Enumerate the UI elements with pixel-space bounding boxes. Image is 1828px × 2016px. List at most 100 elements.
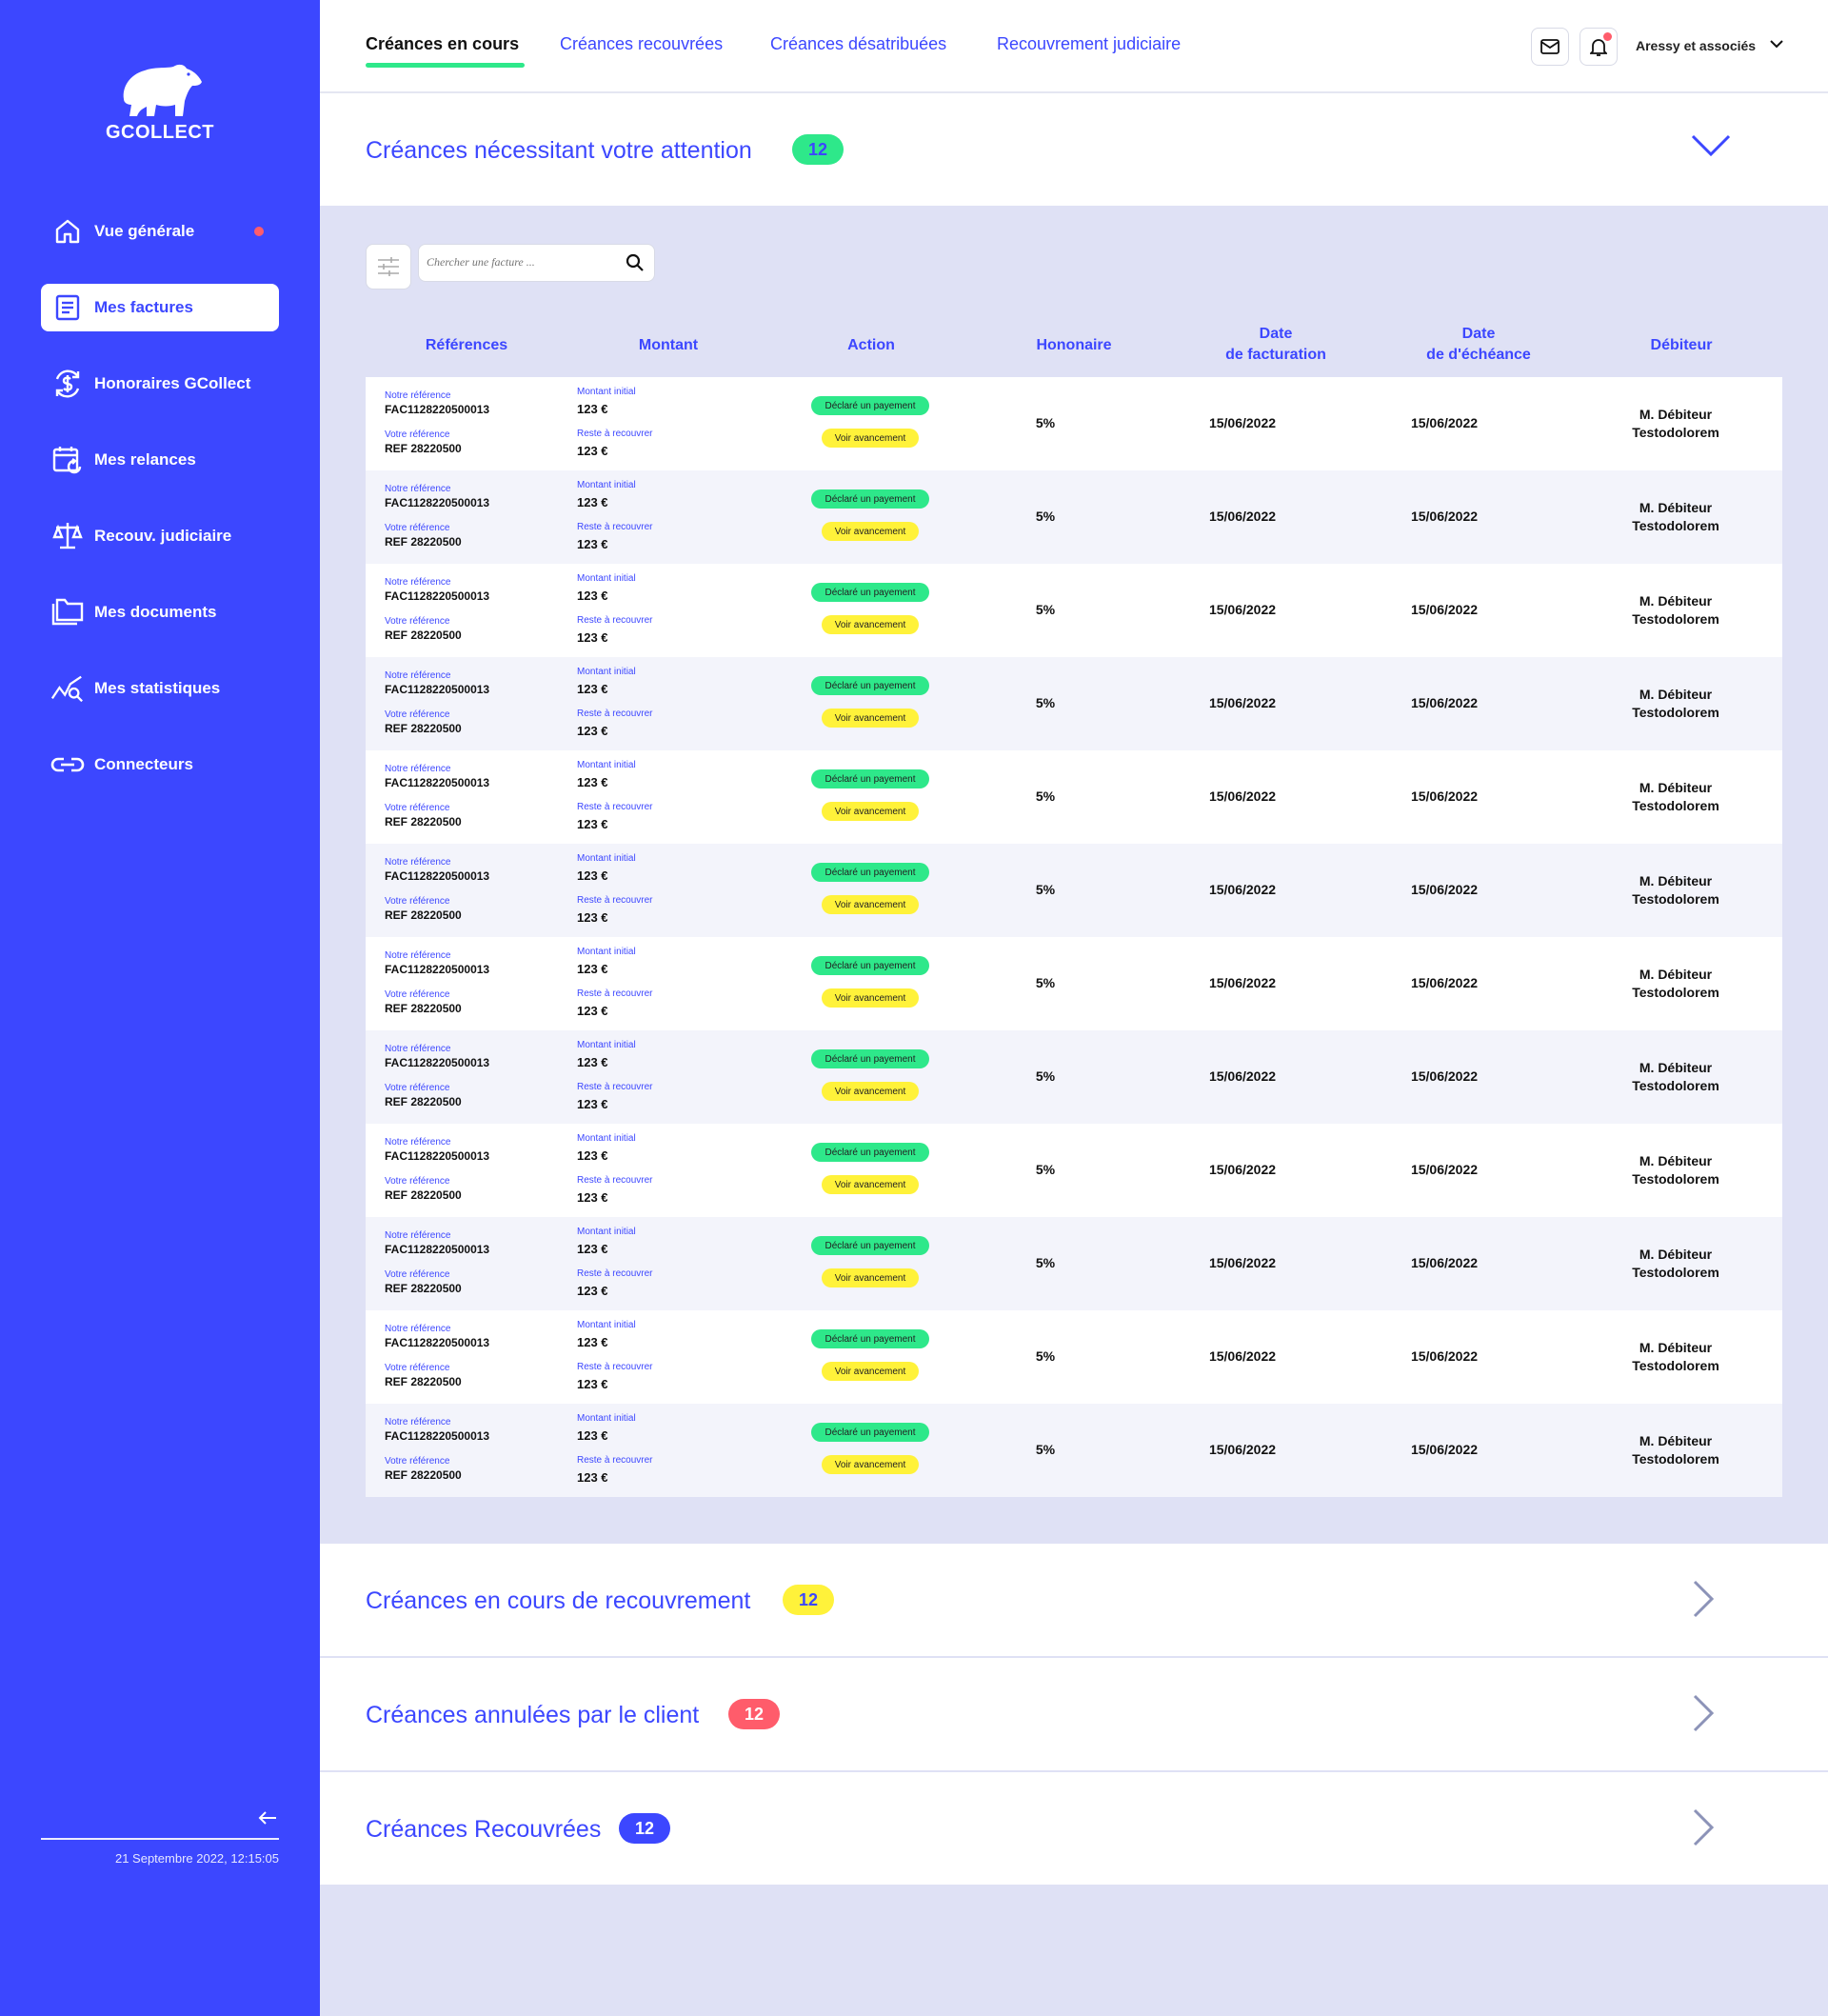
declare-payment-button[interactable]: Déclaré un payement: [811, 1236, 929, 1255]
column-header-date-facturation[interactable]: Date de facturation: [1181, 324, 1371, 366]
sidebar-item-mes-documents[interactable]: Mes documents: [41, 589, 279, 636]
chevron-down-icon[interactable]: [1767, 34, 1786, 58]
view-progress-button[interactable]: Voir avancement: [822, 895, 919, 914]
section-count-badge: 12: [783, 1585, 834, 1615]
tab-creances-en-cours[interactable]: Créances en cours: [366, 34, 519, 54]
table-row[interactable]: Notre référence FAC1128220500013 Votre réf…: [366, 844, 1782, 937]
our-reference-value: FAC1128220500013: [385, 496, 490, 509]
fee-value: 5%: [1035, 1068, 1056, 1084]
sidebar-item-mes-relances[interactable]: Mes relances: [41, 436, 279, 484]
search-icon[interactable]: [626, 253, 645, 277]
declare-payment-button[interactable]: Déclaré un payement: [811, 956, 929, 975]
declare-payment-button[interactable]: Déclaré un payement: [811, 1423, 929, 1442]
initial-amount-label: Montant initial: [577, 1320, 636, 1330]
view-progress-button[interactable]: Voir avancement: [822, 429, 919, 448]
table-row[interactable]: Notre référence FAC1128220500013 Votre réf…: [366, 937, 1782, 1030]
declare-payment-button[interactable]: Déclaré un payement: [811, 1049, 929, 1068]
chevron-down-icon[interactable]: [1691, 133, 1731, 163]
sidebar-item-mes-factures[interactable]: Mes factures: [41, 284, 279, 331]
view-progress-button[interactable]: Voir avancement: [822, 1175, 919, 1194]
account-name[interactable]: Aressy et associés: [1636, 38, 1756, 53]
remaining-amount-label: Reste à recouvrer: [577, 1455, 653, 1466]
initial-amount-label: Montant initial: [577, 573, 636, 584]
attention-count-badge: 12: [792, 134, 844, 165]
view-progress-button[interactable]: Voir avancement: [822, 1455, 919, 1474]
sidebar-item-vue-generale[interactable]: Vue générale: [41, 208, 279, 255]
attention-section-header[interactable]: Créances nécessitant votre attention 12: [320, 93, 1828, 206]
table-row[interactable]: Notre référence FAC1128220500013 Votre réf…: [366, 750, 1782, 844]
table-row[interactable]: Notre référence FAC1128220500013 Votre réf…: [366, 1404, 1782, 1497]
view-progress-button[interactable]: Voir avancement: [822, 1362, 919, 1381]
our-reference-value: FAC1128220500013: [385, 683, 490, 696]
recouvrees-section-header[interactable]: Créances Recouvrées 12: [320, 1772, 1828, 1885]
table-row[interactable]: Notre référence FAC1128220500013 Votre réf…: [366, 1310, 1782, 1404]
declare-payment-button[interactable]: Déclaré un payement: [811, 489, 929, 509]
column-header-references[interactable]: Références: [390, 335, 543, 356]
declare-payment-button[interactable]: Déclaré un payement: [811, 676, 929, 695]
home-icon: [50, 214, 85, 249]
remaining-amount-label: Reste à recouvrer: [577, 802, 653, 812]
notifications-button[interactable]: [1580, 28, 1618, 66]
declare-payment-button[interactable]: Déclaré un payement: [811, 863, 929, 882]
sidebar-item-honoraires[interactable]: Honoraires GCollect: [41, 360, 279, 408]
invoice-date-value: 15/06/2022: [1208, 695, 1277, 710]
annulees-section-header[interactable]: Créances annulées par le client 12: [320, 1658, 1828, 1770]
chevron-right-icon[interactable]: [1691, 1694, 1716, 1737]
declare-payment-button[interactable]: Déclaré un payement: [811, 1329, 929, 1348]
initial-amount-label: Montant initial: [577, 853, 636, 864]
sidebar-item-connecteurs[interactable]: Connecteurs: [41, 741, 279, 788]
our-reference-value: FAC1128220500013: [385, 403, 490, 416]
view-progress-button[interactable]: Voir avancement: [822, 709, 919, 728]
column-header-debiteur[interactable]: Débiteur: [1605, 335, 1758, 356]
declare-payment-button[interactable]: Déclaré un payement: [811, 1143, 929, 1162]
mail-button[interactable]: [1531, 28, 1569, 66]
view-progress-button[interactable]: Voir avancement: [822, 1268, 919, 1287]
tab-creances-recouvrees[interactable]: Créances recouvrées: [560, 34, 723, 54]
remaining-amount-label: Reste à recouvrer: [577, 988, 653, 999]
view-progress-button[interactable]: Voir avancement: [822, 988, 919, 1008]
invoice-date-value: 15/06/2022: [1208, 1255, 1277, 1270]
filter-button[interactable]: [366, 244, 411, 289]
table-row[interactable]: Notre référence FAC1128220500013 Votre réf…: [366, 564, 1782, 657]
initial-amount-label: Montant initial: [577, 760, 636, 770]
view-progress-button[interactable]: Voir avancement: [822, 1082, 919, 1101]
declare-payment-button[interactable]: Déclaré un payement: [811, 583, 929, 602]
recouvrement-section-header[interactable]: Créances en cours de recouvrement 12: [320, 1544, 1828, 1656]
tab-recouvrement-judiciaire[interactable]: Recouvrement judiciaire: [997, 34, 1181, 54]
table-row[interactable]: Notre référence FAC1128220500013 Votre réf…: [366, 470, 1782, 564]
column-header-action[interactable]: Action: [795, 335, 947, 356]
due-date-value: 15/06/2022: [1410, 415, 1479, 430]
initial-amount-value: 123 €: [577, 495, 608, 509]
table-row[interactable]: Notre référence FAC1128220500013 Votre réf…: [366, 1217, 1782, 1310]
debtor-value: M. Débiteur Testodolorem: [1632, 1340, 1719, 1373]
our-reference-value: FAC1128220500013: [385, 776, 490, 789]
invoice-date-value: 15/06/2022: [1208, 975, 1277, 990]
top-navigation: Créances en cours Créances recouvrées Cr…: [320, 0, 1828, 93]
column-header-honoraire[interactable]: Hononaire: [998, 335, 1150, 356]
sidebar-item-mes-statistiques[interactable]: Mes statistiques: [41, 665, 279, 712]
view-progress-button[interactable]: Voir avancement: [822, 615, 919, 634]
chevron-right-icon[interactable]: [1691, 1580, 1716, 1623]
declare-payment-button[interactable]: Déclaré un payement: [811, 396, 929, 415]
arrow-left-icon[interactable]: [257, 1807, 278, 1832]
declare-payment-button[interactable]: Déclaré un payement: [811, 769, 929, 788]
view-progress-button[interactable]: Voir avancement: [822, 522, 919, 541]
table-row[interactable]: Notre référence FAC1128220500013 Votre réf…: [366, 1030, 1782, 1124]
table-row[interactable]: Notre référence FAC1128220500013 Votre réf…: [366, 657, 1782, 750]
your-reference-value: REF 28220500: [385, 722, 462, 735]
view-progress-button[interactable]: Voir avancement: [822, 802, 919, 821]
our-reference-value: FAC1128220500013: [385, 963, 490, 976]
logo[interactable]: GCOLLECT: [105, 61, 215, 144]
notification-dot: [254, 227, 264, 236]
dollar-cycle-icon: [50, 367, 85, 401]
tab-creances-desatribuees[interactable]: Créances désatribuées: [770, 34, 946, 54]
search-input[interactable]: [427, 245, 617, 279]
table-row[interactable]: Notre référence FAC1128220500013 Votre réf…: [366, 1124, 1782, 1217]
table-row[interactable]: Notre référence FAC1128220500013 Votre réf…: [366, 377, 1782, 470]
chevron-right-icon[interactable]: [1691, 1808, 1716, 1851]
column-header-montant[interactable]: Montant: [592, 335, 745, 356]
due-date-value: 15/06/2022: [1410, 1162, 1479, 1177]
sidebar-item-recouv-judiciaire[interactable]: Recouv. judiciaire: [41, 512, 279, 560]
due-date-value: 15/06/2022: [1410, 1255, 1479, 1270]
column-header-date-echeance[interactable]: Date de d'échéance: [1383, 324, 1574, 366]
